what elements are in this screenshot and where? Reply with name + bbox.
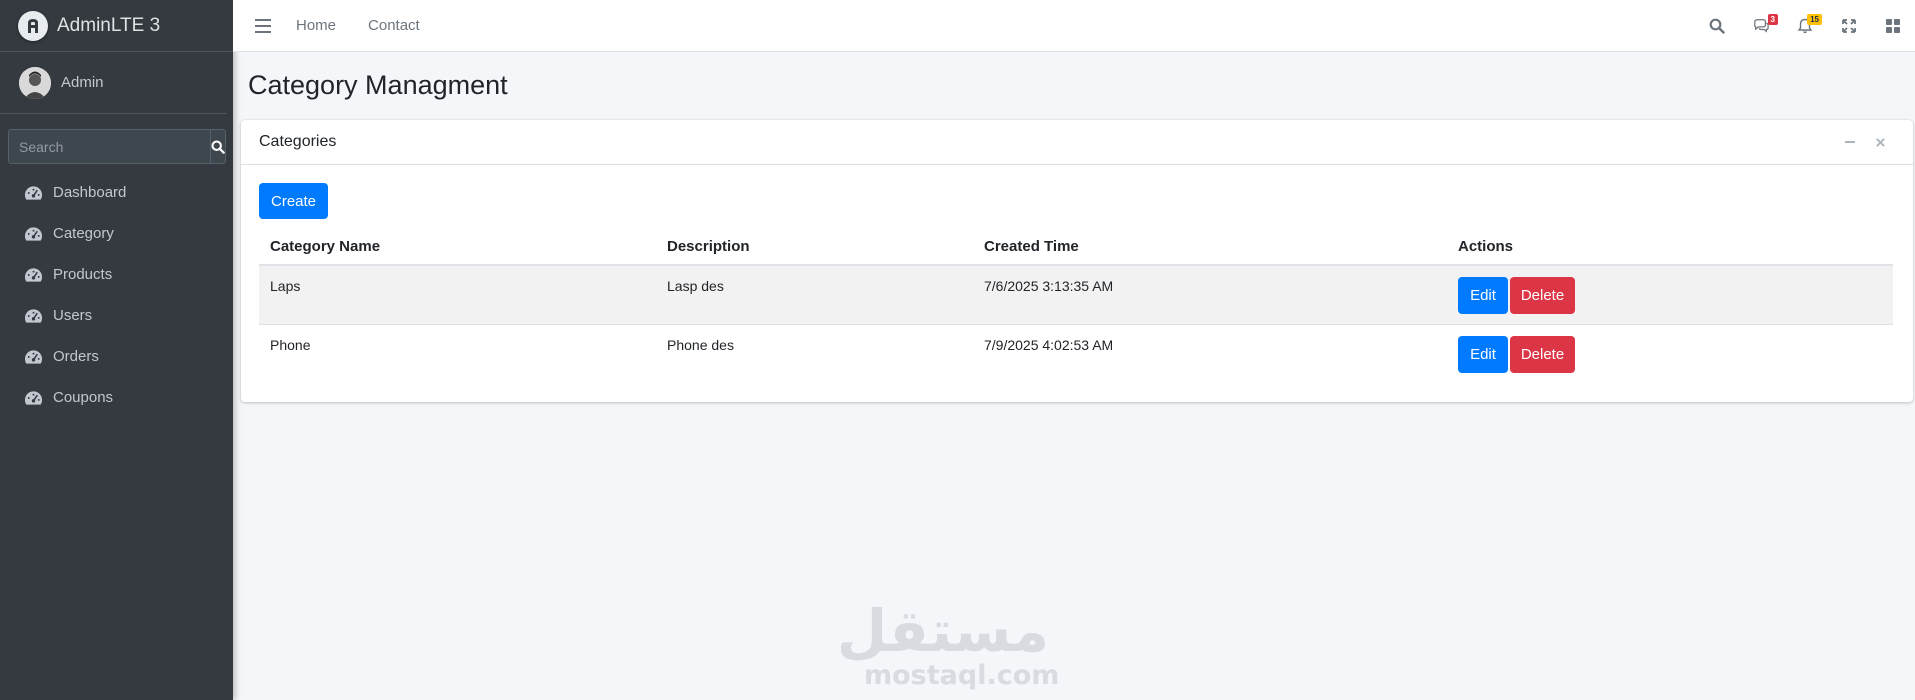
categories-table: Category Name Description Created Time A…	[259, 229, 1893, 383]
sidebar-item-label: Coupons	[53, 389, 114, 406]
sidebar-search-input[interactable]	[8, 129, 210, 164]
sidebar-item-orders[interactable]: Orders	[0, 336, 233, 377]
watermark-latin-text: mostaql.com	[864, 660, 1060, 691]
nav-link-contact[interactable]: Contact	[368, 17, 420, 34]
notifications-button[interactable]: 15	[1783, 0, 1827, 52]
control-sidebar-button[interactable]	[1871, 0, 1915, 52]
sidebar-search-button[interactable]	[210, 129, 226, 164]
tachometer-icon	[24, 308, 44, 324]
sidebar-item-label: Dashboard	[53, 184, 127, 201]
card-title: Categories	[259, 133, 337, 150]
brand-text: AdminLTE 3	[57, 14, 161, 36]
brand-logo-icon	[18, 10, 48, 41]
sidebar-item-category[interactable]: Category	[0, 213, 233, 254]
sidebar-item-label: Orders	[53, 348, 99, 365]
user-name[interactable]: Admin	[61, 74, 104, 91]
created-time-cell: 7/6/2025 3:13:35 AM	[973, 264, 1447, 324]
main-sidebar: AdminLTE 3 Admin Dashboard Category Prod…	[0, 0, 233, 700]
sidebar-item-products[interactable]: Products	[0, 254, 233, 295]
column-header-actions: Actions	[1447, 229, 1893, 266]
column-header-description: Description	[656, 229, 973, 266]
watermark-arabic-text: مستقل	[836, 597, 1049, 665]
tachometer-icon	[24, 349, 44, 365]
comments-icon	[1754, 18, 1769, 33]
description-cell: Lasp des	[656, 264, 973, 324]
column-header-category-name: Category Name	[259, 229, 656, 266]
sidebar-item-dashboard[interactable]: Dashboard	[0, 172, 233, 213]
top-navbar: Home Contact 3 15	[233, 0, 1915, 52]
create-button[interactable]: Create	[259, 183, 329, 219]
sidebar-item-users[interactable]: Users	[0, 295, 233, 336]
watermark: مستقل mostaql.com	[836, 597, 1060, 691]
category-name-cell: Laps	[259, 264, 656, 324]
page-title: Category Managment	[248, 70, 508, 100]
actions-cell: Edit Delete	[1447, 264, 1893, 324]
menu-toggle-icon[interactable]	[255, 18, 271, 33]
nav-link-home[interactable]: Home	[296, 17, 336, 34]
messages-button[interactable]: 3	[1739, 0, 1783, 52]
sidebar-item-label: Users	[53, 307, 93, 324]
created-time-cell: 7/9/2025 4:02:53 AM	[973, 323, 1447, 383]
expand-arrows-icon	[1842, 18, 1856, 33]
remove-button[interactable]	[1865, 127, 1895, 157]
delete-button[interactable]: Delete	[1510, 277, 1575, 314]
content-wrapper: Category Managment Categories Create Cat…	[233, 52, 1915, 402]
messages-badge: 3	[1767, 13, 1778, 25]
table-row: Phone Phone des 7/9/2025 4:02:53 AM Edit…	[259, 323, 1893, 383]
sidebar-search	[8, 129, 226, 164]
sidebar-item-label: Products	[53, 266, 113, 283]
category-name-cell: Phone	[259, 323, 656, 383]
avatar	[19, 66, 51, 99]
minus-icon	[1845, 141, 1855, 143]
navbar-search-button[interactable]	[1695, 0, 1739, 52]
edit-button[interactable]: Edit	[1458, 335, 1508, 373]
brand-link[interactable]: AdminLTE 3	[0, 0, 233, 52]
sidebar-item-label: Category	[53, 225, 114, 242]
th-large-icon	[1886, 18, 1900, 33]
search-icon	[1709, 18, 1725, 34]
column-header-created-time: Created Time	[973, 229, 1447, 266]
edit-button[interactable]: Edit	[1458, 277, 1508, 314]
notifications-badge: 15	[1807, 13, 1822, 25]
collapse-button[interactable]	[1835, 127, 1865, 157]
tachometer-icon	[24, 185, 44, 201]
close-icon	[1875, 137, 1885, 147]
sidebar-item-coupons[interactable]: Coupons	[0, 377, 233, 418]
card-tools	[1835, 127, 1895, 157]
sidebar-menu: Dashboard Category Products Users Orders…	[0, 172, 233, 418]
description-cell: Phone des	[656, 323, 973, 383]
fullscreen-button[interactable]	[1827, 0, 1871, 52]
card-body: Create Category Name Description Created…	[241, 165, 1913, 401]
table-row: Laps Lasp des 7/6/2025 3:13:35 AM Edit De…	[259, 264, 1893, 324]
card-header: Categories	[241, 120, 1913, 165]
actions-cell: Edit Delete	[1447, 323, 1893, 383]
categories-card: Categories Create Category Name Descript…	[241, 120, 1913, 402]
user-panel[interactable]: Admin	[0, 52, 227, 114]
tachometer-icon	[24, 390, 44, 406]
delete-button[interactable]: Delete	[1510, 335, 1575, 373]
search-icon	[211, 139, 225, 154]
tachometer-icon	[24, 267, 44, 283]
tachometer-icon	[24, 226, 44, 242]
